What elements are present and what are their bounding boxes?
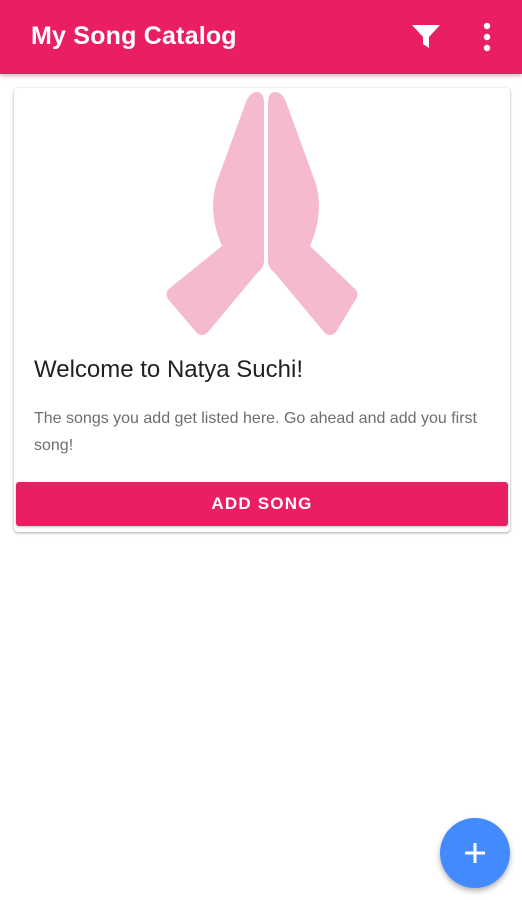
more-vert-icon: [483, 22, 491, 52]
app-bar: My Song Catalog: [0, 0, 522, 74]
welcome-title: Welcome to Natya Suchi!: [34, 356, 304, 383]
add-song-button[interactable]: ADD SONG: [16, 482, 508, 526]
app-screen: My Song Catalog Welcome to Natya Suchi! …: [0, 0, 522, 900]
plus-icon: [465, 843, 485, 863]
welcome-card: Welcome to Natya Suchi! The songs you ad…: [14, 88, 510, 532]
praying-hands-icon: [166, 92, 358, 335]
welcome-message: The songs you add get listed here. Go ah…: [34, 410, 477, 454]
page-title: My Song Catalog: [31, 22, 237, 50]
filter-icon: [412, 25, 440, 48]
add-fab-button[interactable]: [440, 818, 510, 888]
more-options-button[interactable]: [467, 17, 507, 57]
filter-button[interactable]: [406, 17, 446, 57]
